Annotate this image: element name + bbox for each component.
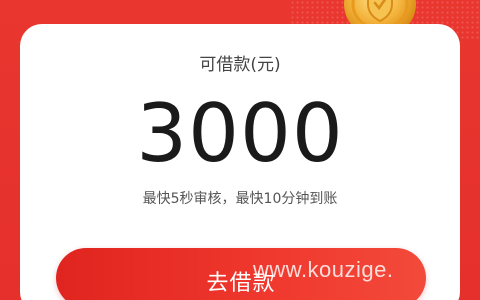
available-loan-label: 可借款(元) <box>199 55 281 75</box>
watermark-text: www.kouzige. <box>253 257 394 282</box>
loan-amount: 3000 <box>136 87 344 180</box>
review-time-text: 最快5秒审核，最快10分钟到账 <box>142 191 338 207</box>
